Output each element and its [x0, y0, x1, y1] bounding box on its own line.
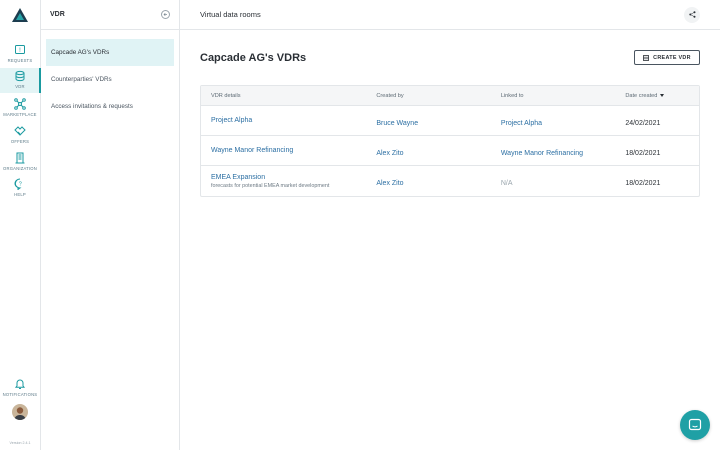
nav-requests-label: REQUESTS	[7, 58, 33, 63]
svg-text:?: ?	[19, 182, 22, 188]
column-created-by[interactable]: Created by	[366, 93, 491, 99]
arrow-left-icon	[163, 12, 167, 17]
nav-organization[interactable]: ORGANIZATION	[0, 150, 40, 175]
handshake-icon	[14, 126, 26, 136]
nav-notifications[interactable]: NOTIFICATIONS	[0, 376, 40, 401]
nav-help-label: HELP	[14, 192, 26, 197]
column-linked-to[interactable]: Linked to	[491, 93, 616, 99]
topbar: Virtual data rooms	[180, 0, 720, 30]
column-date-created[interactable]: Date created	[615, 93, 699, 99]
app-logo[interactable]	[12, 8, 28, 22]
requests-icon: !	[15, 45, 25, 54]
collapse-sidebar-button[interactable]	[161, 10, 170, 19]
linked-to-value: N/A	[500, 180, 513, 187]
subnav-item-own-vdrs[interactable]: Capcade AG's VDRs	[46, 39, 174, 66]
page-title: Capcade AG's VDRs	[200, 52, 307, 64]
avatar-image	[12, 404, 28, 420]
vdr-name-link[interactable]: Project Alpha	[211, 117, 366, 124]
nav-vdr[interactable]: VDR	[0, 68, 41, 93]
help-icon: ?	[14, 178, 22, 190]
linked-to-link[interactable]: Wayne Manor Refinancing	[501, 150, 583, 157]
date-created: 18/02/2021	[625, 180, 661, 187]
nav-organization-label: ORGANIZATION	[3, 166, 37, 171]
share-icon	[688, 11, 695, 18]
created-by-link[interactable]: Alex Zito	[376, 180, 403, 187]
chat-icon	[688, 418, 702, 431]
subnav-header: VDR	[41, 0, 179, 30]
linked-to-link[interactable]: Project Alpha	[501, 120, 542, 127]
nav-offers-label: OFFERS	[10, 139, 30, 144]
date-created: 24/02/2021	[625, 119, 661, 127]
table-row[interactable]: Project Alpha Bruce Wayne Project Alpha …	[201, 106, 699, 136]
nav-marketplace[interactable]: MARKETPLACE	[0, 96, 40, 121]
table-row[interactable]: EMEA Expansion forecasts for potential E…	[201, 166, 699, 196]
main-content: Virtual data rooms Capcade AG's VDRs CRE…	[180, 0, 720, 450]
created-by-link[interactable]: Bruce Wayne	[376, 120, 418, 127]
table-header: VDR details Created by Linked to Date cr…	[201, 86, 699, 106]
database-icon	[15, 70, 25, 82]
vdr-subnav: VDR Capcade AG's VDRs Counterparties' VD…	[41, 0, 180, 450]
icon-rail: ! REQUESTS VDR MARKETPLACE OFFERS ORGANI…	[0, 0, 41, 450]
app-version: Version 2.4.1	[9, 441, 31, 445]
vdr-name-link[interactable]: Wayne Manor Refinancing	[211, 147, 366, 154]
vdr-table: VDR details Created by Linked to Date cr…	[200, 85, 700, 197]
nav-help[interactable]: ? HELP	[0, 176, 40, 201]
nav-requests[interactable]: ! REQUESTS	[0, 42, 40, 67]
nav-marketplace-label: MARKETPLACE	[3, 112, 37, 117]
bell-icon	[14, 379, 26, 389]
network-icon	[14, 98, 26, 110]
create-vdr-label: CREATE VDR	[653, 54, 691, 61]
create-vdr-button[interactable]: CREATE VDR	[634, 50, 700, 65]
date-created: 18/02/2021	[625, 149, 661, 157]
subnav-title: VDR	[50, 11, 65, 18]
user-avatar[interactable]	[12, 404, 28, 420]
nav-notifications-label: NOTIFICATIONS	[2, 392, 38, 397]
topbar-title: Virtual data rooms	[200, 10, 261, 19]
subnav-item-counterparties-vdrs[interactable]: Counterparties' VDRs	[46, 66, 174, 93]
vdr-name-link[interactable]: EMEA Expansion	[211, 174, 366, 181]
table-row[interactable]: Wayne Manor Refinancing Alex Zito Wayne …	[201, 136, 699, 166]
nav-offers[interactable]: OFFERS	[0, 123, 40, 148]
vdr-description: forecasts for potential EMEA market deve…	[211, 182, 330, 189]
chat-launcher-button[interactable]	[680, 410, 710, 440]
nav-vdr-label: VDR	[15, 84, 25, 89]
building-icon	[15, 152, 25, 164]
column-date-created-label: Date created	[625, 92, 658, 99]
share-button[interactable]	[684, 6, 700, 23]
subnav-item-access-invitations[interactable]: Access invitations & requests	[46, 93, 174, 120]
column-vdr-details[interactable]: VDR details	[201, 93, 366, 99]
database-icon	[643, 54, 650, 61]
sort-desc-icon	[660, 93, 665, 97]
created-by-link[interactable]: Alex Zito	[376, 150, 403, 157]
